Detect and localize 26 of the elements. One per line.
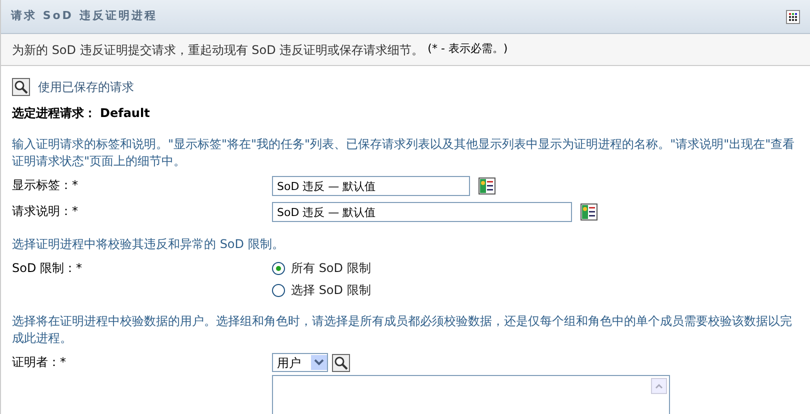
radio-label: 选择 SoD 限制	[291, 282, 371, 299]
caret-icon	[311, 355, 327, 370]
section-hint: 选择将在证明进程中校验数据的用户。选择组和角色时，请选择是所有成员都必须校验数据，还是仅每个组和角色中的单个成员需要校验该数据以完成此进程。	[12, 313, 793, 347]
radio-label: 所有 SoD 限制	[291, 260, 371, 277]
radio-button[interactable]	[272, 262, 285, 274]
selected-request-label: 选定进程请求：	[12, 105, 96, 122]
search-icon[interactable]	[332, 354, 350, 372]
section-hint: 输入证明请求的标签和说明。"显示标签"将在"我的任务"列表、已保存请求列表以及其他显示列表中显示为证明进程的名称。"请求说明"出现在"查看证明请求状态"页面上的细节中。	[12, 136, 796, 170]
search-icon[interactable]	[12, 78, 30, 96]
field-label: 显示标签：*	[12, 177, 79, 194]
grid-icon[interactable]	[786, 10, 800, 24]
radio-button[interactable]	[272, 284, 285, 296]
intro-text: 为新的 SoD 违反证明提交请求，重起动现有 SoD 违反证明或保存请求细节。	[12, 42, 424, 58]
field-label: SoD 限制：*	[12, 260, 84, 277]
panel-title: 请求 SoD 违反证明进程	[11, 8, 158, 24]
type-dropdown[interactable]: 用户	[272, 353, 328, 372]
section-hint: 选择证明进程中将校验其违反和异常的 SoD 限制。	[12, 236, 285, 253]
selected-request-value: Default	[100, 105, 150, 122]
form-edit-icon[interactable]	[478, 177, 496, 195]
form-edit-icon[interactable]	[580, 203, 598, 221]
required-note: (* - 表示必需。)	[428, 41, 508, 58]
text-field[interactable]: SoD 违反 — 默认值	[272, 202, 572, 222]
field-label: 请求说明：*	[12, 203, 79, 220]
text-field[interactable]: SoD 违反 — 默认值	[272, 176, 470, 196]
saved-request-link[interactable]: 使用已保存的请求	[38, 78, 134, 96]
field-label: 证明者：*	[12, 354, 67, 371]
